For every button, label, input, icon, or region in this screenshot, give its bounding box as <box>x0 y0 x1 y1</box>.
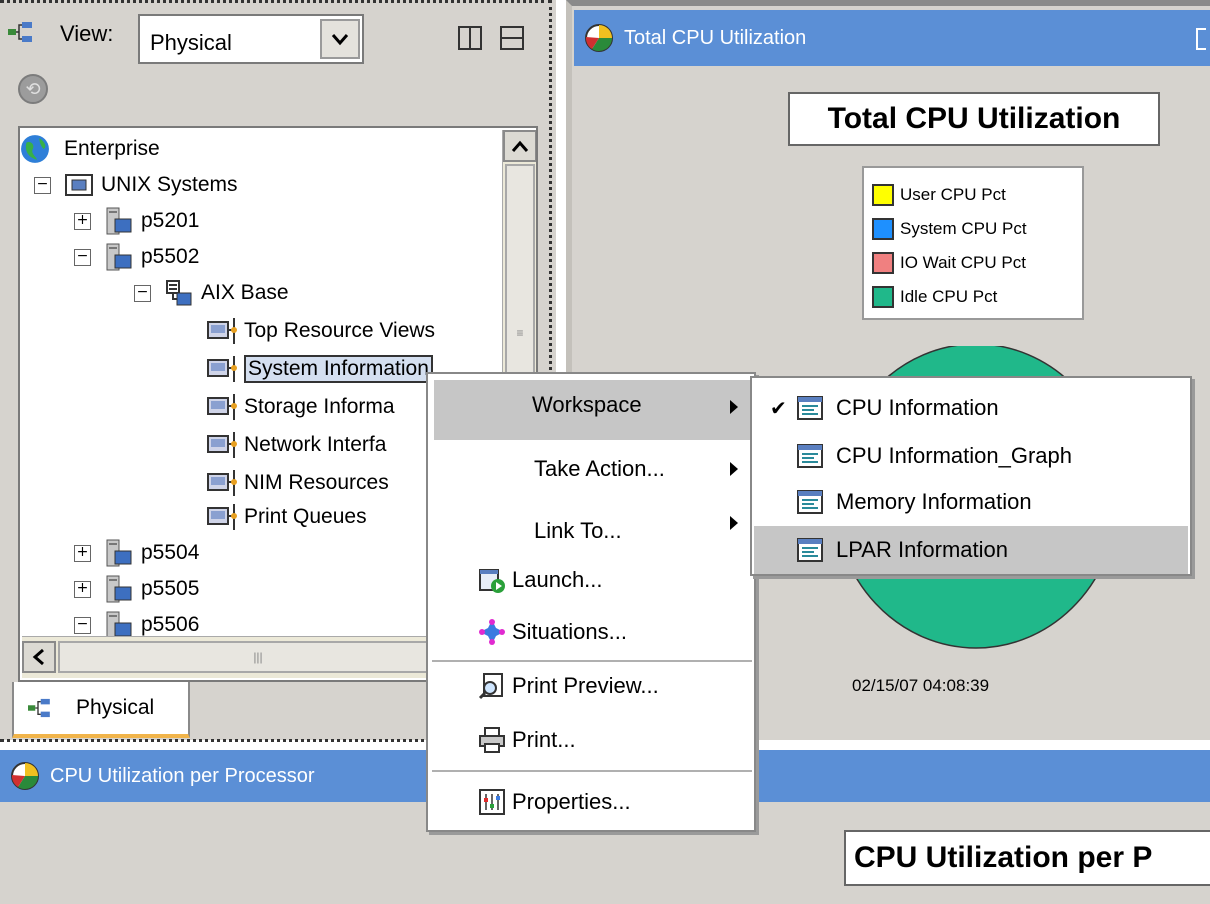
menu-item-label: Link To... <box>534 518 622 543</box>
submenu-item-label: LPAR Information <box>836 537 1009 562</box>
menu-separator <box>432 660 752 662</box>
legend-swatch <box>872 252 894 274</box>
menu-item-label: Situations... <box>512 619 627 644</box>
legend-item: Idle CPU Pct <box>872 280 1074 314</box>
submenu-arrow-icon <box>730 462 738 476</box>
submenu-item-label: CPU Information <box>836 395 999 420</box>
chart-title: Total CPU Utilization <box>788 92 1160 146</box>
properties-icon <box>479 789 505 815</box>
view-title: CPU Utilization per Processor <box>50 764 315 787</box>
pie-chart-icon <box>585 24 613 52</box>
legend-swatch <box>872 286 894 308</box>
workspace-icon <box>797 396 823 420</box>
menu-item-workspace[interactable]: Workspace <box>532 392 642 418</box>
maximize-icon[interactable] <box>1196 28 1206 50</box>
situations-icon <box>479 619 505 645</box>
workspace-icon <box>797 444 823 468</box>
print-preview-icon <box>478 673 503 700</box>
menu-item-link-to[interactable]: Link To... <box>534 518 622 544</box>
menu-item-label: Properties... <box>512 789 631 814</box>
submenu-arrow-icon <box>730 516 738 530</box>
view-title-bar[interactable]: Total CPU Utilization <box>574 10 1210 66</box>
submenu-item-label: Memory Information <box>836 489 1032 514</box>
menu-item-print-preview[interactable]: Print Preview... <box>478 672 659 700</box>
legend-item: IO Wait CPU Pct <box>872 246 1074 280</box>
submenu-item-lpar-information[interactable]: LPAR Information <box>796 536 1008 564</box>
workspace-submenu: ✔ CPU Information CPU Information_Graph … <box>750 376 1192 576</box>
menu-item-label: Print... <box>512 727 576 752</box>
legend-item: User CPU Pct <box>872 178 1074 212</box>
legend-swatch <box>872 184 894 206</box>
view-title: Total CPU Utilization <box>624 26 807 49</box>
legend-label: System CPU Pct <box>900 219 1027 238</box>
launch-icon <box>479 569 505 593</box>
chart-legend: User CPU Pct System CPU Pct IO Wait CPU … <box>862 166 1084 320</box>
submenu-item-cpu-information-graph[interactable]: CPU Information_Graph <box>796 442 1072 470</box>
submenu-item-memory-information[interactable]: Memory Information <box>796 488 1032 516</box>
menu-item-label: Take Action... <box>534 456 665 481</box>
menu-item-label: Launch... <box>512 567 603 592</box>
submenu-item-label: CPU Information_Graph <box>836 443 1072 468</box>
legend-label: User CPU Pct <box>900 185 1006 204</box>
printer-icon <box>479 727 505 753</box>
menu-item-label: Print Preview... <box>512 673 659 698</box>
pie-chart-icon <box>11 762 39 790</box>
submenu-arrow-icon <box>730 400 738 414</box>
menu-item-situations[interactable]: Situations... <box>478 618 627 646</box>
legend-swatch <box>872 218 894 240</box>
legend-item: System CPU Pct <box>872 212 1074 246</box>
menu-item-print[interactable]: Print... <box>478 726 576 754</box>
chart-timestamp: 02/15/07 04:08:39 <box>852 676 990 695</box>
workspace-icon <box>797 490 823 514</box>
workspace-icon <box>797 538 823 562</box>
legend-label: IO Wait CPU Pct <box>900 253 1026 272</box>
menu-separator <box>432 770 752 772</box>
menu-item-label: Workspace <box>532 392 642 417</box>
legend-label: Idle CPU Pct <box>900 287 998 306</box>
menu-item-take-action[interactable]: Take Action... <box>534 456 665 482</box>
menu-item-launch[interactable]: Launch... <box>478 566 603 594</box>
context-menu: Workspace Take Action... Link To... Laun… <box>426 372 756 832</box>
checkmark-icon: ✔ <box>770 396 787 420</box>
submenu-item-cpu-information[interactable]: ✔ CPU Information <box>770 394 999 422</box>
chart-title: CPU Utilization per P <box>844 830 1210 886</box>
menu-item-properties[interactable]: Properties... <box>478 788 631 816</box>
